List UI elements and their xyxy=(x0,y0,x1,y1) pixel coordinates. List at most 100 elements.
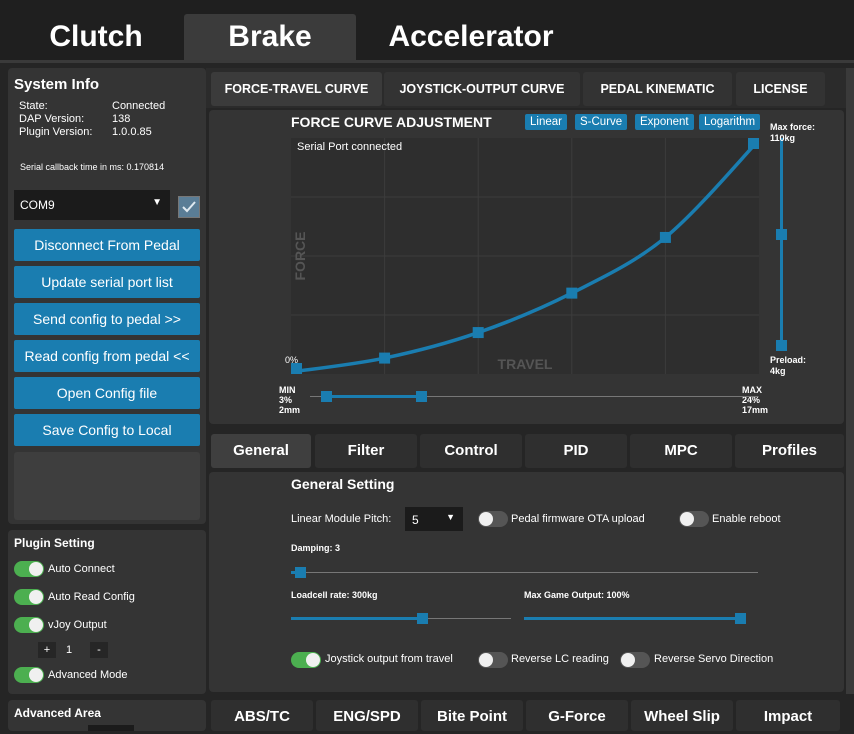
serial-callback-text: Serial callback time in ms: 0.170814 xyxy=(20,162,165,172)
reverse-servo-label: Reverse Servo Direction xyxy=(654,653,774,665)
plugin-version-value: 1.0.0.85 xyxy=(112,126,152,138)
preset-linear-button[interactable]: Linear xyxy=(525,114,567,130)
curve-point-2[interactable] xyxy=(472,327,484,339)
scrollbar[interactable] xyxy=(846,68,854,694)
advanced-mode-toggle[interactable] xyxy=(14,667,44,683)
tab-pedal-kinematic[interactable]: PEDAL KINEMATIC xyxy=(583,72,732,106)
tab-profiles[interactable]: Profiles xyxy=(735,434,844,468)
log-box xyxy=(14,452,200,520)
preload-label: Preload: 4kg xyxy=(770,355,806,377)
system-info-title: System Info xyxy=(14,76,100,93)
reboot-toggle[interactable] xyxy=(679,511,709,527)
travel-min-handle[interactable] xyxy=(321,391,332,402)
travel-range-fill xyxy=(326,395,422,398)
min-travel-label: MIN 3% 2mm xyxy=(279,385,300,415)
auto-read-toggle[interactable] xyxy=(14,589,44,605)
loadcell-handle[interactable] xyxy=(417,613,428,624)
com-port-select[interactable]: COM9 ▼ xyxy=(14,190,170,220)
min-mm: 2mm xyxy=(279,405,301,415)
max-force-label: Max force: 110kg xyxy=(770,122,815,144)
force-axis-label: FORCE xyxy=(292,232,308,281)
max-game-output-handle[interactable] xyxy=(735,613,746,624)
tab-joystick-output[interactable]: JOYSTICK-OUTPUT CURVE xyxy=(384,72,580,106)
preset-s-curve-button[interactable]: S-Curve xyxy=(575,114,628,130)
reverse-servo-toggle[interactable] xyxy=(620,652,650,668)
max-mm: 17mm xyxy=(742,405,769,415)
damping-label: Damping: 3 xyxy=(291,543,341,553)
reverse-lc-toggle[interactable] xyxy=(478,652,508,668)
advanced-area-panel: Advanced Area xyxy=(8,700,206,731)
save-config-button[interactable]: Save Config to Local xyxy=(14,414,200,446)
system-info-panel: System Info State: Connected DAP Version… xyxy=(8,68,206,524)
chevron-down-icon: ▼ xyxy=(152,197,162,208)
tab-g-force[interactable]: G-Force xyxy=(526,700,628,731)
force-curve-chart[interactable]: FORCE TRAVEL xyxy=(291,138,759,374)
min-percent: 3% xyxy=(279,395,293,405)
tab-general[interactable]: General xyxy=(211,434,311,468)
tab-mpc[interactable]: MPC xyxy=(630,434,732,468)
plugin-version-label: Plugin Version: xyxy=(19,126,93,138)
tab-force-travel[interactable]: FORCE-TRAVEL CURVE xyxy=(211,72,382,106)
update-serial-button[interactable]: Update serial port list xyxy=(14,266,200,298)
open-config-button[interactable]: Open Config file xyxy=(14,377,200,409)
send-config-button[interactable]: Send config to pedal >> xyxy=(14,303,200,335)
chevron-down-icon: ▼ xyxy=(446,512,455,522)
travel-axis-label: TRAVEL xyxy=(498,356,553,372)
pitch-select[interactable]: 5 ▼ xyxy=(405,507,463,531)
serial-status-text: Serial Port connected xyxy=(297,141,403,153)
travel-max-handle[interactable] xyxy=(416,391,427,402)
tab-accelerator[interactable]: Accelerator xyxy=(366,14,576,60)
plugin-setting-panel: Plugin Setting Auto Connect Auto Read Co… xyxy=(8,530,206,694)
preload-value: 4kg xyxy=(770,366,786,376)
tab-license[interactable]: LICENSE xyxy=(736,72,825,106)
ota-label: Pedal firmware OTA upload xyxy=(511,513,645,525)
preset-exponent-button[interactable]: Exponent xyxy=(635,114,694,130)
auto-connect-label: Auto Connect xyxy=(48,563,115,575)
max-game-output-fill xyxy=(524,617,740,620)
vjoy-plus-button[interactable]: + xyxy=(38,642,56,658)
max-title: MAX xyxy=(742,385,762,395)
force-range-handle[interactable] xyxy=(776,229,787,240)
curve-point-1[interactable] xyxy=(379,352,391,364)
advanced-area-title: Advanced Area xyxy=(14,706,101,720)
disconnect-button[interactable]: Disconnect From Pedal xyxy=(14,229,200,261)
curve-point-4[interactable] xyxy=(659,231,671,243)
plugin-setting-title: Plugin Setting xyxy=(14,536,95,550)
vjoy-minus-button[interactable]: - xyxy=(90,642,108,658)
vjoy-toggle[interactable] xyxy=(14,617,44,633)
dap-label: DAP Version: xyxy=(19,113,85,125)
zero-percent-label: 0% xyxy=(285,355,299,365)
reboot-label: Enable reboot xyxy=(712,513,781,525)
curve-title: FORCE CURVE ADJUSTMENT xyxy=(291,114,492,130)
damping-handle[interactable] xyxy=(295,567,306,578)
com-port-checkbox[interactable] xyxy=(178,196,200,218)
tab-filter[interactable]: Filter xyxy=(315,434,417,468)
tab-abs-tc[interactable]: ABS/TC xyxy=(211,700,313,731)
state-value: Connected xyxy=(112,100,166,112)
curve-point-5[interactable] xyxy=(748,138,759,149)
joystick-travel-label: Joystick output from travel xyxy=(325,653,453,665)
ota-toggle[interactable] xyxy=(478,511,508,527)
joystick-travel-toggle[interactable] xyxy=(291,652,321,668)
tab-brake[interactable]: Brake xyxy=(184,14,356,60)
tab-eng-spd[interactable]: ENG/SPD xyxy=(316,700,418,731)
tab-wheel-slip[interactable]: Wheel Slip xyxy=(631,700,733,731)
advanced-input[interactable] xyxy=(88,725,134,731)
tab-clutch[interactable]: Clutch xyxy=(26,14,166,60)
preload-handle[interactable] xyxy=(776,340,787,351)
damping-track xyxy=(291,572,758,573)
divider xyxy=(0,60,854,63)
preset-logarithm-button[interactable]: Logarithm xyxy=(699,114,761,130)
min-title: MIN xyxy=(279,385,296,395)
pitch-value: 5 xyxy=(412,513,419,527)
tab-pid[interactable]: PID xyxy=(525,434,627,468)
vjoy-label: vJoy Output xyxy=(48,619,107,631)
vjoy-count: 1 xyxy=(66,644,73,656)
loadcell-fill xyxy=(291,617,423,620)
tab-control[interactable]: Control xyxy=(420,434,522,468)
tab-bite-point[interactable]: Bite Point xyxy=(421,700,523,731)
curve-point-3[interactable] xyxy=(566,287,578,299)
read-config-button[interactable]: Read config from pedal << xyxy=(14,340,200,372)
auto-connect-toggle[interactable] xyxy=(14,561,44,577)
tab-impact[interactable]: Impact xyxy=(736,700,840,731)
